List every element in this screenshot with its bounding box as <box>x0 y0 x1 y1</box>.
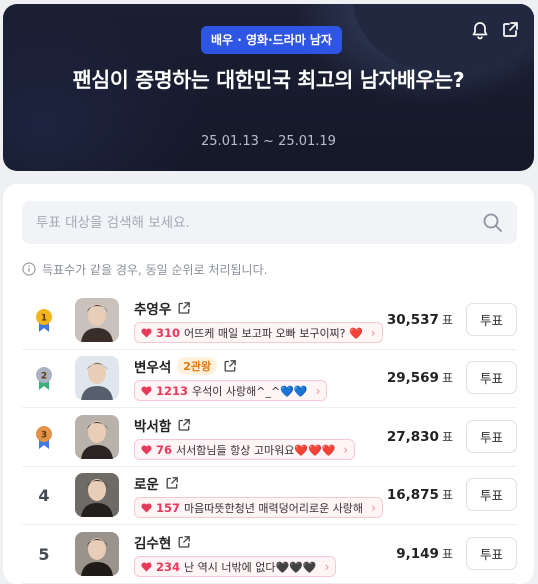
rank-medal: 3 <box>22 408 66 466</box>
vote-unit: 표 <box>441 488 453 502</box>
actor-name[interactable]: 변우석 <box>134 356 171 376</box>
ranking-card: 득표수가 같을 경우, 동일 순위로 처리됩니다. 1 추영우 <box>3 184 534 584</box>
cheer-count: 76 <box>156 442 173 457</box>
avatar[interactable] <box>75 298 119 342</box>
chevron-right-icon: › <box>324 559 330 574</box>
avatar[interactable] <box>75 415 119 459</box>
ranking-row[interactable]: 1 추영우 310 어뜨케 매일 보고파 오빠 보구이찌? ❤️ › 30,53… <box>22 291 517 350</box>
hero-banner: 배우 · 영화·드라마 남자 팬심이 증명하는 대한민국 최고의 남자배우는? … <box>3 4 534 171</box>
heart-icon <box>141 502 152 512</box>
ranking-row[interactable]: 2 변우석 2관왕 1213 우석이 사랑해^_^💙💙 › 29,569 표 투… <box>22 349 517 408</box>
search-icon[interactable] <box>482 212 503 233</box>
medal-icon: 3 <box>36 426 52 449</box>
rank-number: 2 <box>41 372 47 382</box>
heart-icon <box>141 327 152 337</box>
vote-count: 30,537 표 <box>386 312 453 328</box>
date-range: 25.01.13 ~ 25.01.19 <box>201 134 336 149</box>
vote-button[interactable]: 투표 <box>466 361 517 394</box>
cheer-message[interactable]: 310 어뜨케 매일 보고파 오빠 보구이찌? ❤️ › <box>134 322 383 343</box>
search-input[interactable] <box>36 201 476 244</box>
tie-notice: 득표수가 같을 경우, 동일 순위로 처리됩니다. <box>22 260 267 278</box>
actor-name[interactable]: 박서함 <box>134 415 171 435</box>
vote-unit: 표 <box>441 547 453 561</box>
vote-button[interactable]: 투표 <box>466 537 517 570</box>
vote-count: 27,830 표 <box>386 429 453 445</box>
share-icon[interactable] <box>500 20 520 40</box>
rank-number: 1 <box>41 314 47 324</box>
rank-medal: 2 <box>22 349 66 407</box>
avatar[interactable] <box>75 473 119 517</box>
avatar[interactable] <box>75 532 119 576</box>
chevron-right-icon: › <box>315 383 321 398</box>
cheer-message[interactable]: 1213 우석이 사랑해^_^💙💙 › <box>134 380 328 401</box>
category-chip[interactable]: 배우 · 영화·드라마 남자 <box>201 26 343 54</box>
cheer-message[interactable]: 234 난 역시 너밖에 없다🖤🖤🖤 › <box>134 556 337 577</box>
medal-icon: 1 <box>36 309 52 332</box>
vote-count: 9,149 표 <box>396 546 453 562</box>
chevron-right-icon: › <box>370 325 376 340</box>
cheer-text: 난 역시 너밖에 없다🖤🖤🖤 <box>184 560 317 574</box>
external-link-icon[interactable] <box>223 359 237 373</box>
award-badge: 2관왕 <box>177 357 218 375</box>
actor-name[interactable]: 김수현 <box>134 532 171 552</box>
vote-unit: 표 <box>441 430 453 444</box>
chevron-right-icon: › <box>343 442 349 457</box>
ranking-row[interactable]: 4 로운 157 마음따뜻한청년 매력덩어리로운 사랑해 › 16,875 표 … <box>22 466 517 525</box>
vote-button[interactable]: 투표 <box>466 303 517 336</box>
heart-icon <box>141 444 152 454</box>
bell-icon[interactable] <box>470 20 490 40</box>
vote-unit: 표 <box>441 371 453 385</box>
ranking-row[interactable]: 5 김수현 234 난 역시 너밖에 없다🖤🖤🖤 › 9,149 표 투표 <box>22 525 517 584</box>
cheer-count: 234 <box>156 559 181 574</box>
cheer-count: 157 <box>156 500 181 515</box>
external-link-icon[interactable] <box>177 301 191 315</box>
cheer-text: 마음따뜻한청년 매력덩어리로운 사랑해 <box>184 501 364 515</box>
external-link-icon[interactable] <box>177 418 191 432</box>
actor-name[interactable]: 추영우 <box>134 298 171 318</box>
vote-button[interactable]: 투표 <box>466 420 517 453</box>
rank-number: 4 <box>38 485 50 505</box>
vote-unit: 표 <box>441 313 453 327</box>
chevron-right-icon: › <box>371 500 376 515</box>
rank-medal: 1 <box>22 291 66 349</box>
rank-number: 5 <box>38 544 50 564</box>
heart-icon <box>141 561 152 571</box>
vote-count: 29,569 표 <box>386 370 453 386</box>
vote-count: 16,875 표 <box>386 487 453 503</box>
rank-number: 3 <box>41 431 47 441</box>
page-title: 팬심이 증명하는 대한민국 최고의 남자배우는? <box>72 68 465 92</box>
cheer-text: 어뜨케 매일 보고파 오빠 보구이찌? ❤️ <box>184 326 363 340</box>
cheer-message[interactable]: 76 서서함님들 항상 고마워요❤️❤️❤️ › <box>134 439 356 460</box>
cheer-message[interactable]: 157 마음따뜻한청년 매력덩어리로운 사랑해 › <box>134 497 383 518</box>
external-link-icon[interactable] <box>177 535 191 549</box>
ranking-row[interactable]: 3 박서함 76 서서함님들 항상 고마워요❤️❤️❤️ › 27,830 표 … <box>22 408 517 467</box>
search-box[interactable] <box>22 201 517 244</box>
cheer-count: 1213 <box>156 383 189 398</box>
notice-text: 득표수가 같을 경우, 동일 순위로 처리됩니다. <box>42 262 268 277</box>
vote-button[interactable]: 투표 <box>466 478 517 511</box>
medal-icon: 2 <box>36 367 52 390</box>
cheer-text: 우석이 사랑해^_^💙💙 <box>192 384 308 398</box>
cheer-count: 310 <box>156 325 181 340</box>
heart-icon <box>141 385 152 395</box>
actor-name[interactable]: 로운 <box>134 473 159 493</box>
avatar[interactable] <box>75 356 119 400</box>
info-icon <box>22 262 36 276</box>
external-link-icon[interactable] <box>165 476 179 490</box>
cheer-text: 서서함님들 항상 고마워요❤️❤️❤️ <box>176 443 336 457</box>
